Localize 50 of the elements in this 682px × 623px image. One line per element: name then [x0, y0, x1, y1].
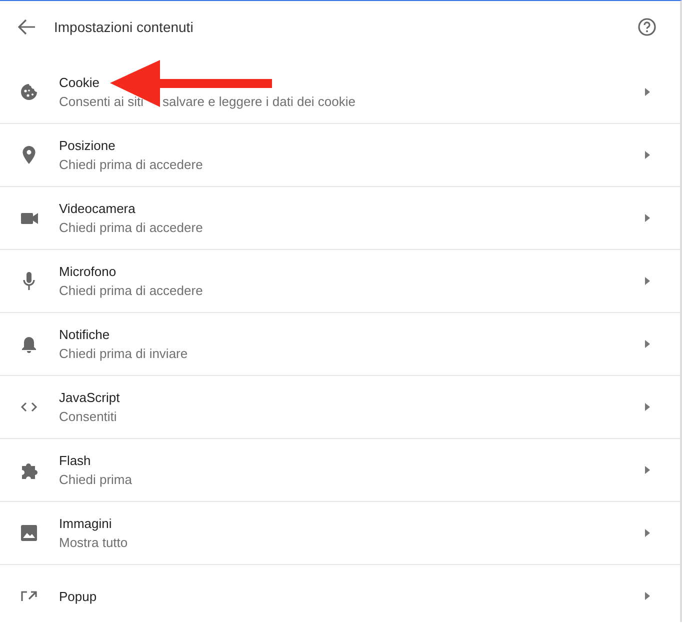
puzzle-piece-icon [20, 462, 38, 478]
settings-list-item[interactable]: Videocamera Chiedi prima di accedere [0, 187, 680, 249]
settings-list-item[interactable]: Microfono Chiedi prima di accedere [0, 250, 680, 312]
item-title: Immagini [59, 516, 113, 531]
settings-list-item[interactable]: Popup [0, 565, 680, 623]
chevron-right-icon [645, 151, 650, 159]
item-title: Popup [59, 588, 98, 604]
bell-icon [22, 336, 36, 352]
item-title: Flash [59, 453, 92, 468]
chevron-right-icon [645, 277, 650, 285]
item-description: Chiedi prima di accedere [59, 220, 203, 235]
settings-list-item[interactable]: Posizione Chiedi prima di accedere [0, 124, 680, 186]
help-button[interactable] [638, 18, 656, 36]
microphone-icon [23, 272, 35, 290]
item-description: Chiedi prima [59, 472, 132, 487]
chevron-right-icon [645, 529, 650, 537]
item-description: salvare e leggere i dati dei cookie [162, 94, 356, 109]
popup-window-icon [21, 591, 37, 601]
item-title: Cookie [59, 75, 100, 90]
code-brackets-icon [20, 402, 38, 412]
item-description: Consentiti [59, 409, 117, 424]
item-description: Consenti ai siti [59, 94, 144, 109]
help-icon [638, 18, 656, 36]
settings-list-item[interactable]: JavaScript Consentiti [0, 376, 680, 438]
chevron-right-icon [645, 88, 650, 96]
item-description: Mostra tutto [59, 535, 128, 550]
item-title: Notifiche [59, 327, 111, 342]
item-description: Chiedi prima di accedere [59, 157, 203, 172]
item-description: Chiedi prima di accedere [59, 283, 203, 298]
settings-list-item[interactable]: Cookie Consenti ai siti salvare e leggere i dati dei cookie [0, 61, 680, 123]
chevron-right-icon [645, 466, 650, 474]
settings-list-item[interactable]: Notifiche Chiedi prima di inviare [0, 313, 680, 375]
settings-list-item[interactable]: Immagini Mostra tutto [0, 502, 680, 564]
video-camera-icon [20, 212, 38, 224]
item-description: Chiedi prima di inviare [59, 346, 188, 361]
back-arrow-icon [18, 19, 36, 35]
page-title: Impostazioni contenuti [54, 19, 194, 35]
settings-list-item[interactable]: Flash Chiedi prima [0, 439, 680, 501]
item-title: Posizione [59, 138, 116, 153]
chevron-right-icon [645, 403, 650, 411]
chevron-right-icon [645, 214, 650, 222]
item-title: JavaScript [59, 390, 121, 405]
location-pin-icon [22, 146, 36, 164]
cookie-icon [20, 83, 38, 101]
item-title: Microfono [59, 264, 118, 279]
chevron-right-icon [645, 340, 650, 348]
item-title: Videocamera [59, 201, 136, 216]
back-button[interactable] [18, 19, 36, 35]
chevron-right-icon [645, 592, 650, 600]
image-icon [21, 525, 37, 541]
